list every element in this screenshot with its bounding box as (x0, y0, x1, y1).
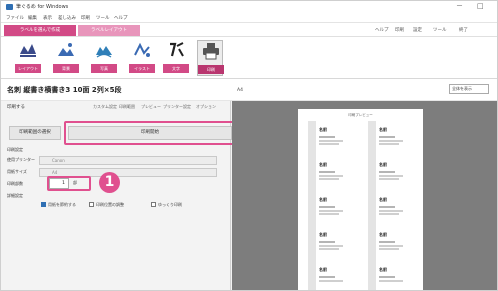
card-preview: 名前 (368, 191, 408, 231)
tab-select-label[interactable]: ラベルを選んで作成 (4, 25, 76, 36)
menu-file[interactable]: ファイル (6, 15, 24, 21)
card-name: 名前 (379, 127, 387, 132)
print-preview: 印刷プレビュー 名前 名前 名前 名前 名前 名前 名前 名前 名前 名前 (232, 101, 497, 290)
slow-print-label: ゆっくり印刷 (158, 202, 182, 207)
print-icon (203, 43, 219, 60)
paper-size-field-label: 用紙サイズ (7, 169, 27, 174)
card-name: 名前 (379, 197, 387, 202)
position-adjust-label: 印刷位置の調整 (96, 202, 124, 207)
ribbon-label: 文字 (163, 64, 189, 73)
link-tools[interactable]: ツール (433, 27, 447, 33)
ribbon-layout-button[interactable]: レイアウト (15, 40, 41, 76)
maximize-button[interactable]: □ (477, 2, 484, 11)
card-preview: 名前 (308, 191, 348, 231)
ribbon-illustration-button[interactable]: イラスト (129, 40, 155, 76)
zoom-select[interactable]: 全体を表示 (449, 84, 489, 94)
layout-icon (20, 44, 36, 57)
menu-insert[interactable]: 差し込み (58, 15, 76, 21)
tab-label-layout[interactable]: ラベルレイアウト (78, 25, 140, 36)
ribbon-label: 写真 (91, 64, 117, 73)
card-preview: 名前 (308, 156, 348, 196)
select-range-button[interactable]: 印刷範囲の選択 (9, 126, 61, 140)
preview-sheet: 印刷プレビュー 名前 名前 名前 名前 名前 名前 名前 名前 名前 名前 (298, 109, 423, 290)
card-preview: 名前 (368, 156, 408, 196)
card-preview: 名前 (368, 121, 408, 161)
menu-help[interactable]: ヘルプ (114, 15, 128, 21)
printer-select[interactable]: Canon (39, 156, 217, 165)
link-exit[interactable]: 終了 (459, 27, 468, 33)
options-label: 詳細設定 (7, 193, 23, 198)
card-name: 名前 (319, 127, 327, 132)
minimize-button[interactable]: － (456, 2, 463, 11)
ribbon-print-button[interactable]: 印刷 (197, 40, 224, 76)
start-print-highlight (64, 121, 236, 145)
link-help[interactable]: ヘルプ (375, 27, 389, 33)
print-settings-heading: 印刷設定 (7, 147, 23, 152)
link-settings[interactable]: 設定 (413, 27, 422, 33)
title-bar: 筆ぐるめ for Windows － □ (1, 1, 497, 13)
ribbon-text-button[interactable]: 文字 (163, 40, 189, 76)
card-name: 名前 (379, 267, 387, 272)
menu-tools[interactable]: ツール (96, 15, 110, 21)
tab-options[interactable]: オプション (196, 104, 216, 110)
ribbon-label: 背景 (53, 64, 79, 73)
tab-custom[interactable]: カスタム設定 (93, 104, 117, 110)
ribbon-photo-button[interactable]: 写真 (91, 40, 117, 76)
tab-bar: ラベルを選んで作成 ラベルレイアウト ヘルプ 印刷 設定 ツール 終了 (1, 23, 497, 37)
app-logo-icon (6, 4, 13, 10)
slow-print-checkbox[interactable] (151, 202, 156, 207)
card-preview: 名前 (368, 226, 408, 266)
printer-label: 使用プリンター (7, 157, 35, 162)
menu-view[interactable]: 表示 (43, 15, 52, 21)
step-one-badge: 1 (99, 172, 120, 193)
sheet-label: 印刷プレビュー (348, 113, 373, 117)
ribbon-label: イラスト (129, 64, 155, 73)
tab-preview[interactable]: プレビュー (141, 104, 161, 110)
ribbon-label: 印刷 (198, 65, 224, 74)
position-adjust-checkbox[interactable] (89, 202, 94, 207)
copies-highlight (47, 176, 91, 191)
document-title: 名刺 縦書き横書き3 10面 2列×5段 (7, 86, 122, 94)
ribbon-toolbar: レイアウト 背景 写真 イラスト 文字 印刷 (1, 37, 497, 79)
card-name: 名前 (319, 232, 327, 237)
window-title: 筆ぐるめ for Windows (16, 4, 69, 10)
card-preview: 名前 (308, 226, 348, 266)
save-paper-label: 用紙を節約する (48, 202, 76, 207)
app-window: 筆ぐるめ for Windows － □ ファイル 編集 表示 差し込み 印刷 … (0, 0, 498, 291)
text-icon (170, 42, 184, 57)
paper-size-label: A4 (237, 88, 243, 93)
card-preview: 名前 (308, 121, 348, 161)
card-name: 名前 (319, 162, 327, 167)
ribbon-label: レイアウト (15, 64, 41, 73)
tab-print-range[interactable]: 印刷範囲 (119, 104, 135, 110)
link-print[interactable]: 印刷 (395, 27, 404, 33)
panel-subheader: 印刷する (7, 105, 25, 110)
save-paper-checkbox[interactable] (41, 202, 46, 207)
menu-edit[interactable]: 編集 (28, 15, 37, 21)
copies-label: 印刷部数 (7, 181, 23, 186)
card-name: 名前 (319, 197, 327, 202)
card-preview: 名前 (368, 261, 408, 290)
tab-printer-setting[interactable]: プリンター設定 (163, 104, 191, 110)
card-name: 名前 (379, 232, 387, 237)
card-name: 名前 (379, 162, 387, 167)
card-preview: 名前 (308, 261, 348, 290)
menu-bar: ファイル 編集 表示 差し込み 印刷 ツール ヘルプ (1, 13, 497, 23)
ribbon-background-button[interactable]: 背景 (53, 40, 79, 76)
photo-icon (96, 46, 112, 58)
card-name: 名前 (319, 267, 327, 272)
illustration-icon (134, 42, 150, 57)
menu-print[interactable]: 印刷 (81, 15, 90, 21)
background-icon (58, 43, 74, 56)
document-header: 名刺 縦書き横書き3 10面 2列×5段 A4 全体を表示 (1, 79, 497, 101)
